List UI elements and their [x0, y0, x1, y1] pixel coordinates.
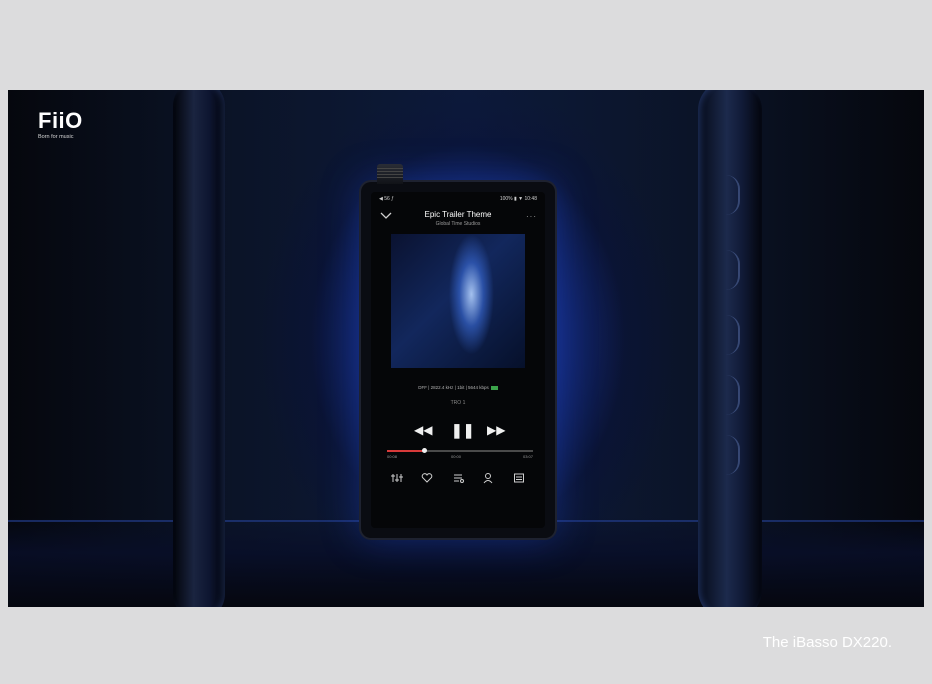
- side-button: [716, 250, 740, 290]
- artist-icon[interactable]: [483, 472, 495, 484]
- side-button: [716, 175, 740, 215]
- device-side-right: [698, 90, 762, 607]
- brand-logo: FiiO Born for music: [38, 108, 83, 141]
- time-elapsed: 00:08: [387, 454, 398, 459]
- progress-bar[interactable]: [387, 448, 533, 453]
- pause-icon[interactable]: ❚❚: [451, 422, 474, 438]
- progress-fill: [387, 450, 424, 452]
- status-bar: ◀ 56 ƒ 100% ▮ ▼ 10:48: [371, 196, 545, 206]
- bottom-toolbar: [371, 472, 545, 486]
- side-button: [716, 375, 740, 415]
- audio-info: DFF | 2822.4 kHz | 1bit | 5644 kbps: [371, 385, 545, 390]
- settings-sliders-icon[interactable]: [513, 472, 525, 484]
- top-band: [0, 0, 932, 90]
- progress-knob[interactable]: [421, 448, 427, 453]
- audio-badge: [490, 385, 498, 390]
- equalizer-icon[interactable]: [391, 472, 403, 484]
- player-screen: ◀ 56 ƒ 100% ▮ ▼ 10:48 Epic Trailer Theme…: [371, 192, 545, 528]
- volume-knob: [377, 164, 403, 184]
- product-photo: FiiO Born for music ◀ 56 ƒ 100% ▮ ▼ 10:4…: [8, 90, 924, 607]
- playback-controls: ◀◀ ❚❚ ▶▶: [371, 422, 545, 438]
- status-right: 100% ▮ ▼ 10:48: [499, 196, 537, 202]
- device-side-left: [173, 90, 225, 607]
- track-artist: Global Time Studios: [435, 221, 481, 227]
- image-caption: The iBasso DX220.: [762, 634, 892, 651]
- fast-forward-icon[interactable]: ▶▶: [487, 422, 505, 438]
- audio-info-text: DFF | 2822.4 kHz | 1bit | 5644 kbps: [418, 385, 489, 390]
- playlist-icon[interactable]: [453, 472, 465, 484]
- track-title: Epic Trailer Theme: [424, 210, 492, 219]
- album-art: [391, 234, 525, 368]
- rewind-icon[interactable]: ◀◀: [414, 422, 432, 438]
- heart-icon[interactable]: [421, 472, 433, 484]
- side-button: [716, 435, 740, 475]
- logo-mark: FiiO: [38, 108, 83, 133]
- more-icon[interactable]: ···: [526, 212, 537, 221]
- queue-position: TRO 1: [450, 400, 466, 406]
- music-player-device: ◀ 56 ƒ 100% ▮ ▼ 10:48 Epic Trailer Theme…: [361, 164, 555, 538]
- side-button: [716, 315, 740, 355]
- time-middle: 00:00: [451, 454, 462, 459]
- status-left: ◀ 56 ƒ: [379, 196, 394, 202]
- time-total: 03:07: [522, 454, 533, 459]
- logo-tagline: Born for music: [38, 134, 74, 140]
